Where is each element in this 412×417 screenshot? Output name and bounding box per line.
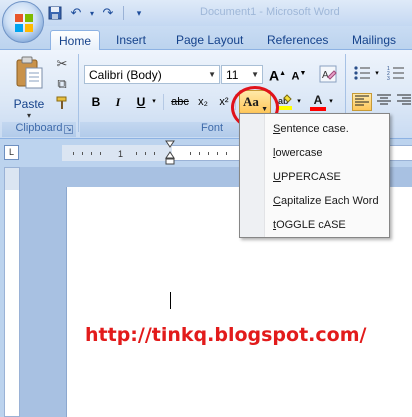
paste-icon [16,56,43,89]
shrink-font-button[interactable]: A▼ [291,65,307,83]
menu-item-lowercase[interactable]: lowercase [273,147,323,159]
window-title: Document1 - Microsoft Word [200,6,340,18]
menu-item-toggle-case[interactable]: tOGGLE cASE [273,219,346,231]
qat-separator [123,6,124,20]
format-painter-icon[interactable] [54,96,70,112]
align-left-icon [355,95,369,106]
strikethrough-button[interactable]: abc [168,93,192,111]
office-logo-icon [15,14,33,32]
ruler-tick [217,152,218,155]
numbering-button[interactable]: 123 [386,65,406,83]
tab-page-layout[interactable]: Page Layout [168,30,251,50]
office-button[interactable] [2,1,44,43]
font-name-dropdown-icon[interactable]: ▼ [208,70,216,79]
paste-label: Paste [13,97,45,111]
underline-dropdown-icon[interactable]: ▾ [150,93,158,111]
tab-references[interactable]: References [259,30,336,50]
bullets-dropdown-icon[interactable]: ▾ [373,65,381,83]
bullets-button[interactable] [352,65,372,83]
menu-item-sentence-case[interactable]: Sentence case. [273,123,349,135]
align-left-button[interactable] [352,93,372,111]
quick-access-toolbar: ↶ ▾ ↷ ▾ [46,3,148,23]
clipboard-dialog-launcher-icon[interactable]: ↘ [64,125,73,134]
undo-icon[interactable]: ↶ [67,4,85,22]
highlight-dropdown-icon[interactable]: ▾ [295,93,303,111]
font-color-swatch [310,107,326,111]
watermark-url: http://tinkq.blogspot.com/ [85,324,367,346]
vertical-ruler[interactable] [4,167,20,417]
align-center-icon [377,94,391,105]
clear-formatting-icon: A [319,65,337,83]
tab-home[interactable]: Home [50,30,101,51]
redo-icon[interactable]: ↷ [99,4,117,22]
toolbar-separator [163,94,164,110]
cut-icon[interactable]: ✂ [54,56,70,72]
ruler-tick [73,152,74,155]
grow-font-button[interactable]: A▲ [269,65,286,84]
font-size-dropdown-icon[interactable]: ▼ [251,70,259,79]
tab-mailings[interactable]: Mailings [344,30,404,50]
vertical-ruler-margin [5,168,19,190]
underline-button[interactable]: U [134,93,148,111]
menu-gutter [240,114,265,237]
ruler-tick [226,152,227,155]
clear-formatting-button[interactable]: A [318,65,338,83]
align-right-icon [397,94,411,105]
tab-selector[interactable]: L [4,145,19,160]
bold-button[interactable]: B [88,93,104,111]
font-name-value: Calibri (Body) [89,68,162,82]
ruler-tick [136,152,137,155]
title-bar: ↶ ▾ ↷ ▾ Document1 - Microsoft Word [0,0,412,26]
ribbon-tabs: Home Insert Page Layout References Maili… [0,26,412,51]
align-right-button[interactable] [396,93,412,111]
superscript-button[interactable]: x² [216,93,232,111]
numbering-icon: 123 [387,66,404,82]
indent-marker-icon[interactable] [165,140,175,166]
svg-text:A: A [322,70,329,81]
paste-dropdown-icon: ▾ [26,111,31,120]
bullets-icon [354,66,370,80]
tab-insert[interactable]: Insert [108,30,154,50]
change-case-menu: Sentence case. lowercase UPPERCASE Capit… [239,113,390,238]
align-center-button[interactable] [375,93,393,111]
text-cursor [170,292,171,309]
undo-dropdown-icon[interactable]: ▾ [88,4,96,22]
save-icon[interactable] [46,4,64,22]
ruler-tick [154,152,155,155]
ruler-tick [208,152,209,155]
font-color-dropdown-icon[interactable]: ▾ [327,93,335,111]
customize-qat-icon[interactable]: ▾ [130,4,148,22]
group-separator [78,54,79,132]
ruler-tick [190,152,191,155]
font-size-combo[interactable]: 11 ▼ [221,65,263,84]
ruler-tick [199,152,200,155]
copy-icon[interactable]: ⧉ [54,76,70,92]
menu-item-capitalize-each-word[interactable]: Capitalize Each Word [273,195,379,207]
italic-button[interactable]: I [110,93,126,111]
subscript-button[interactable]: x₂ [195,93,211,111]
paste-button[interactable]: Paste ▾ [12,56,46,120]
ruler-margin-area [62,145,172,161]
ruler-number: 1 [118,149,124,159]
font-size-value: 11 [226,68,239,82]
ruler-tick [82,152,83,155]
font-name-combo[interactable]: Calibri (Body) ▼ [84,65,220,84]
ruler-tick [91,152,92,155]
ruler-tick [100,152,101,155]
svg-text:3: 3 [387,76,390,81]
menu-item-uppercase[interactable]: UPPERCASE [273,171,341,183]
ruler-tick [145,152,146,155]
font-color-button[interactable]: A [310,93,326,111]
